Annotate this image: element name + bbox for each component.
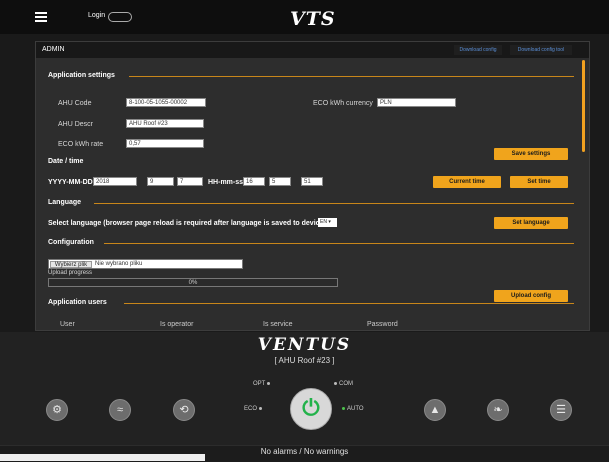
browser-status-strip [0,454,205,461]
scrollbar[interactable] [582,60,585,152]
settings-gear-icon[interactable]: ⚙ [46,399,68,421]
unit-name: [ AHU Roof #23 ] [274,356,335,365]
users-column-user: User [60,321,75,328]
mode-com-label: COM [339,381,353,387]
upload-progress-bar: 0% [48,278,338,287]
eco-currency-label: ECO kWh currency [313,100,373,107]
mode-opt-label: OPT [253,381,266,387]
login-link[interactable]: Login [88,12,105,19]
ventus-logo: VENTUS [257,335,352,355]
section-divider [124,303,574,304]
ahu-descr-label: AHU Descr [58,121,94,128]
configuration-heading: Configuration [48,239,94,246]
key-icon[interactable] [108,12,132,22]
date-format-label: YYYY-MM-DD [48,179,93,186]
admin-panel: ADMIN Download config Download config to… [35,41,590,331]
users-column-operator: Is operator [160,321,194,328]
alarm-bell-icon[interactable]: ▲ [424,399,446,421]
date-time-heading: Date / time [48,158,84,165]
mode-auto-label: AUTO [347,406,364,412]
language-heading: Language [48,199,82,206]
minute-input[interactable]: 5 [269,177,291,186]
file-input[interactable]: Wybierz plik Nie wybrano pliku [48,259,243,269]
choose-file-button[interactable]: Wybierz plik [50,261,92,268]
second-input[interactable]: 51 [301,177,323,186]
users-column-service: Is service [263,321,293,328]
hour-input[interactable]: 16 [243,177,265,186]
mode-eco[interactable]: ECO [244,406,264,412]
mode-com[interactable]: COM [332,381,353,387]
mode-dot-active [342,406,345,410]
ahu-code-input[interactable]: 8-100-05-1055-00002 [126,98,206,107]
menu-icon[interactable] [35,12,47,22]
mode-eco-label: ECO [244,406,258,412]
panel-header: ADMIN Download config Download config to… [36,42,589,58]
power-icon: ⏻ [302,395,320,420]
mode-opt[interactable]: OPT [253,381,272,387]
application-users-heading: Application users [48,299,107,306]
mode-auto[interactable]: AUTO [340,406,364,412]
eco-currency-input[interactable]: PLN [377,98,456,107]
eco-rate-label: ECO kWh rate [58,141,104,148]
upload-progress-label: Upload progress [48,270,93,276]
ahu-code-label: AHU Code [58,100,92,107]
mode-dot [267,381,271,385]
set-time-button[interactable]: Set time [510,176,568,188]
schedule-icon[interactable]: ⟲ [173,399,195,421]
file-status: Nie wybrano pliku [95,261,143,267]
upload-progress-text: 0% [188,280,198,286]
ahu-descr-input[interactable]: AHU Roof #23 [126,119,204,128]
current-time-button[interactable]: Current time [433,176,501,188]
set-language-button[interactable]: Set language [494,217,568,229]
users-column-password: Password [367,321,398,328]
download-config-button[interactable]: Download config [454,45,502,55]
language-select[interactable]: EN ▾ [318,218,337,227]
time-format-label: HH-mm-ss [208,179,244,186]
chart-icon[interactable]: ≈ [109,399,131,421]
application-settings-heading: Application settings [48,72,115,79]
panel-title: ADMIN [42,46,65,53]
month-input[interactable]: 9 [147,177,174,186]
download-config-tool-button[interactable]: Download config tool [510,45,572,55]
section-divider [129,76,574,77]
section-divider [94,203,574,204]
day-input[interactable]: 7 [177,177,203,186]
year-input[interactable]: 2018 [93,177,137,186]
power-button[interactable]: ⏻ [290,388,332,430]
mode-dot [259,406,263,410]
mode-dot [334,381,337,385]
language-prompt: Select language (browser page reload is … [48,220,326,227]
leaf-icon[interactable]: ❧ [487,399,509,421]
vts-logo: VTS [290,8,336,30]
section-divider [104,243,574,244]
document-icon[interactable]: ☰ [550,399,572,421]
upload-config-button[interactable]: Upload config [494,290,568,302]
eco-rate-input[interactable]: 0,57 [126,139,204,148]
save-settings-button[interactable]: Save settings [494,148,568,160]
